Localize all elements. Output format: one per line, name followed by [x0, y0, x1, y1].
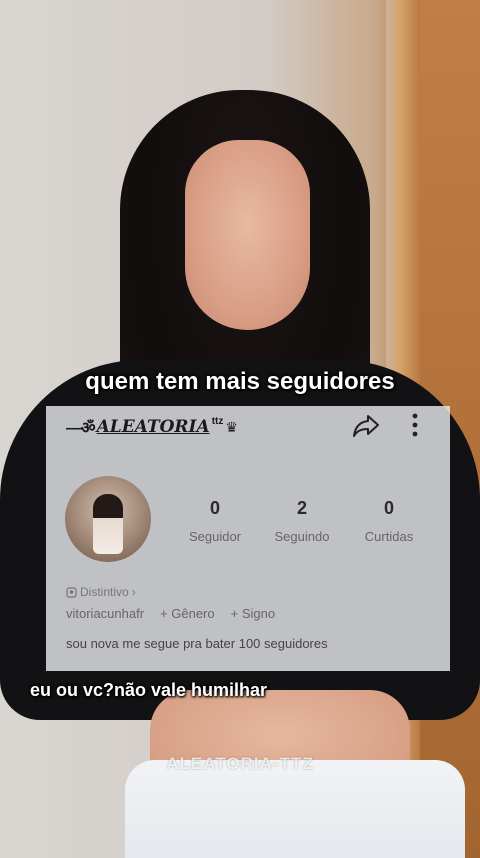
watermark: ALEATORIA-TTZ — [166, 754, 314, 773]
avatar-photo — [93, 494, 123, 554]
person-face — [185, 140, 310, 330]
distintivo-label: Distintivo — [80, 585, 129, 599]
stat-value: 0 — [209, 498, 220, 518]
profile-tags-row: vitoriacunhafr + Gênero + Signo — [66, 606, 275, 621]
brand-logo: —ॐ ALEATORIA ttz ♛ — [66, 414, 238, 440]
logo-mark-icon: —ॐ — [66, 420, 96, 437]
profile-card: —ॐ ALEATORIA ttz ♛ 0 Seguidor 2 Seguindo… — [46, 406, 450, 671]
profile-bio: sou nova me segue pra bater 100 seguidor… — [66, 636, 328, 651]
avatar[interactable] — [65, 476, 151, 562]
stat-label: Seguindo — [274, 529, 330, 544]
stat-value: 2 — [296, 498, 307, 518]
caption-bottom: eu ou vc?não vale humilhar — [30, 680, 268, 700]
stat-label: Curtidas — [364, 529, 414, 544]
logo-sup: ttz — [211, 415, 224, 427]
chevron-right-icon: › — [131, 585, 136, 599]
stat-likes[interactable]: 0 Curtidas — [344, 498, 434, 544]
person-jeans — [125, 760, 465, 858]
stat-value: 0 — [383, 498, 394, 518]
stat-followers[interactable]: 0 Seguidor — [170, 498, 260, 544]
distintivo-link[interactable]: Distintivo › — [66, 585, 136, 599]
username: vitoriacunhafr — [66, 606, 145, 621]
stat-following[interactable]: 2 Seguindo — [257, 498, 347, 544]
add-sign-button[interactable]: + Signo — [231, 606, 275, 621]
logo-text: ALEATORIA — [96, 417, 210, 437]
add-gender-button[interactable]: + Gênero — [160, 606, 215, 621]
more-vertical-icon[interactable] — [410, 412, 420, 438]
crown-icon: ♛ — [225, 418, 238, 435]
stat-label: Seguidor — [188, 529, 242, 544]
caption-top: quem tem mais seguidores — [85, 368, 395, 395]
share-icon[interactable] — [352, 412, 380, 440]
badge-icon — [66, 586, 77, 598]
